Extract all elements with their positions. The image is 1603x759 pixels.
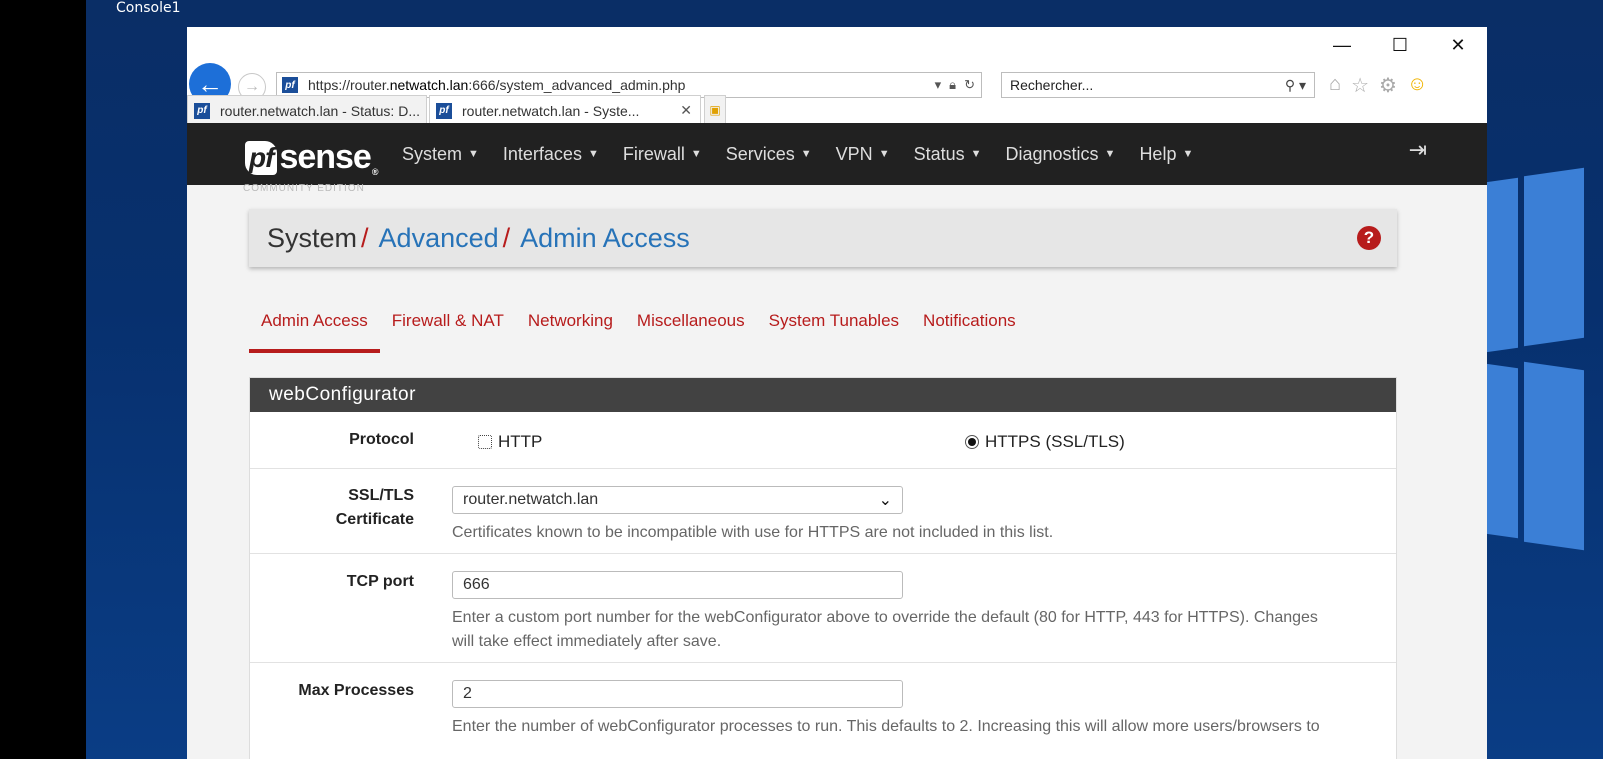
dropdown-icon[interactable]: ▾ [935,77,942,93]
console-label: Console1 [116,0,181,16]
menu-services[interactable]: Services ▼ [726,123,812,185]
webconfigurator-panel: webConfigurator Protocol HTTP HTTPS (SSL… [249,377,1397,759]
panel-title: webConfigurator [250,378,1396,412]
settings-tabs: Admin Access Firewall & NAT Networking M… [249,301,1028,353]
top-navbar: pf sense ® System ▼ Interfaces ▼ Firewall ▼ S… [187,123,1487,185]
browser-tab-status[interactable]: pf router.netwatch.lan - Status: D... [187,95,427,125]
url-text[interactable]: https://router.netwatch.lan:666/system_a… [308,77,935,93]
ssl-cert-select[interactable]: router.netwatch.lan ⌄ [452,486,903,514]
caret-down-icon: ▼ [1104,148,1116,160]
ssl-cert-row: SSL/TLS Certificate router.netwatch.lan … [250,468,1396,554]
protocol-http-option[interactable]: HTTP [478,432,542,452]
search-placeholder: Rechercher... [1010,77,1094,93]
chevron-down-icon: ⌄ [878,492,892,509]
browser-tab-system[interactable]: pf router.netwatch.lan - Syste... ✕ [429,95,701,125]
max-processes-input[interactable]: 2 [452,680,903,708]
tab-system-tunables[interactable]: System Tunables [757,301,911,353]
menu-system[interactable]: System ▼ [402,123,479,185]
breadcrumb-system: System [267,222,358,253]
menu-diagnostics[interactable]: Diagnostics ▼ [1006,123,1116,185]
tab-miscellaneous[interactable]: Miscellaneous [625,301,757,353]
breadcrumb-advanced[interactable]: Advanced [379,223,499,254]
menu-status[interactable]: Status ▼ [914,123,982,185]
browser-window: — ☐ ✕ ← → pf https://router.netwatch.lan… [187,27,1487,759]
tab-firewall-nat[interactable]: Firewall & NAT [380,301,516,353]
arrow-right-icon: → [244,78,260,95]
tab-notifications[interactable]: Notifications [911,301,1028,353]
http-radio[interactable] [478,435,492,449]
pfsense-favicon-icon: pf [282,77,298,93]
tab-close-icon[interactable]: ✕ [680,102,692,119]
max-processes-help: Enter the number of webConfigurator proc… [452,718,1320,735]
tab-admin-access[interactable]: Admin Access [249,301,380,353]
ssl-cert-help: Certificates known to be incompatible wi… [452,524,1054,541]
maximize-icon[interactable]: ☐ [1371,27,1429,63]
edition-label: COMMUNITY EDITION [243,183,365,194]
protocol-label: Protocol [349,431,414,448]
pfsense-logo[interactable]: pf sense ® [245,138,378,177]
breadcrumb: System / Advanced / Admin Access ? [249,209,1397,267]
tab-networking[interactable]: Networking [516,301,625,353]
window-controls: — ☐ ✕ [1313,27,1487,63]
main-menu: System ▼ Interfaces ▼ Firewall ▼ Services ▼ … [402,123,1217,185]
browser-tabs: pf router.netwatch.lan - Status: D... pf… [187,95,1487,125]
new-tab-icon: ▣ [709,103,721,117]
breadcrumb-separator: / [361,222,369,253]
menu-interfaces[interactable]: Interfaces ▼ [503,123,599,185]
caret-down-icon: ▼ [878,148,890,160]
refresh-icon[interactable]: ↻ [964,77,975,93]
max-processes-label: Max Processes [298,682,414,699]
search-icon[interactable]: ⚲ ▾ [1285,77,1306,94]
caret-down-icon: ▼ [690,148,702,160]
pfsense-favicon-icon: pf [194,102,210,119]
new-tab-button[interactable]: ▣ [704,95,726,125]
help-icon[interactable]: ? [1357,226,1381,250]
caret-down-icon: ▼ [1182,148,1194,160]
caret-down-icon: ▼ [970,148,982,160]
caret-down-icon: ▼ [800,148,812,160]
desktop-left-strip [0,0,86,759]
tcp-port-label: TCP port [346,573,414,590]
protocol-https-option[interactable]: HTTPS (SSL/TLS) [965,432,1125,452]
menu-vpn[interactable]: VPN ▼ [836,123,890,185]
menu-firewall[interactable]: Firewall ▼ [623,123,702,185]
pfsense-favicon-icon: pf [436,102,452,119]
breadcrumb-admin-access[interactable]: Admin Access [520,223,690,254]
max-processes-row: Max Processes 2 Enter the number of webC… [250,662,1396,759]
menu-help[interactable]: Help ▼ [1139,123,1193,185]
ssl-cert-label: SSL/TLS Certificate [335,487,414,528]
tcp-port-row: TCP port 666 Enter a custom port number … [250,553,1396,663]
caret-down-icon: ▼ [587,148,599,160]
page-content: pf sense ® System ▼ Interfaces ▼ Firewall ▼ S… [187,123,1487,759]
tcp-port-input[interactable]: 666 [452,571,903,599]
breadcrumb-separator: / [502,222,511,253]
caret-down-icon: ▼ [468,148,479,160]
tcp-port-help: Enter a custom port number for the webCo… [452,609,1318,650]
protocol-row: Protocol HTTP HTTPS (SSL/TLS) [250,412,1396,469]
https-radio[interactable] [965,435,979,449]
close-icon[interactable]: ✕ [1429,27,1487,63]
minimize-icon[interactable]: — [1313,27,1371,63]
lock-icon[interactable]: 🔒︎ [949,77,956,93]
logout-icon[interactable]: ⇥ [1409,137,1427,163]
